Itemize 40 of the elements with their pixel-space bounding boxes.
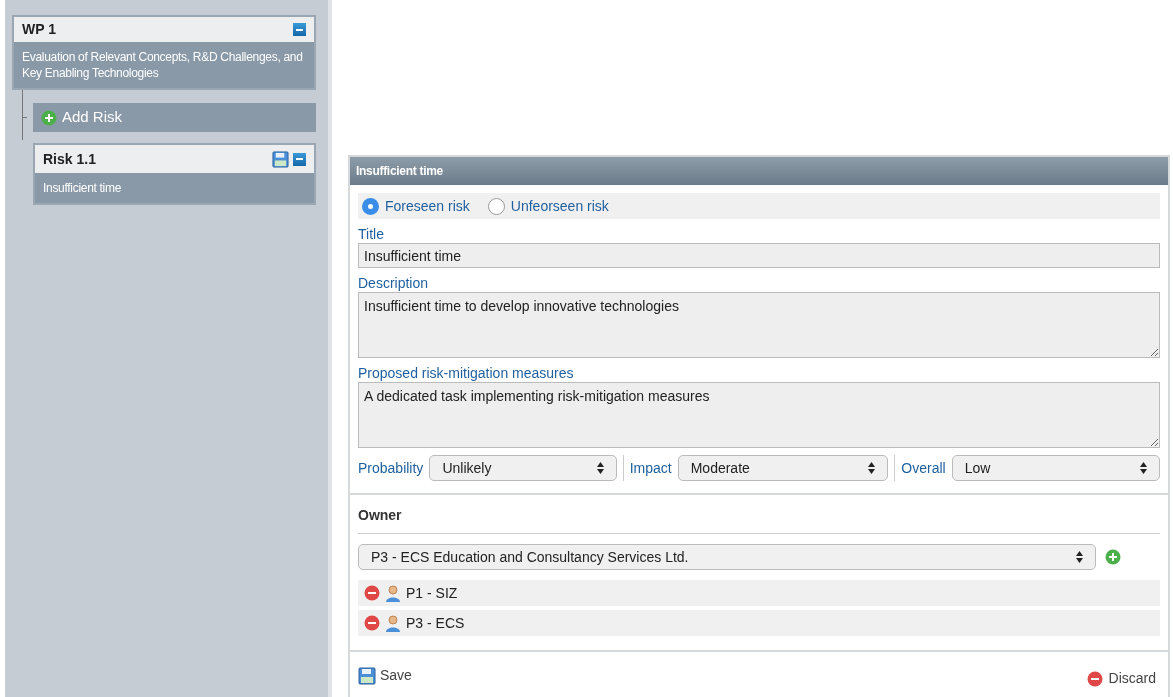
owner-name: P1 - SIZ <box>406 583 458 603</box>
person-icon <box>385 614 401 632</box>
add-owner-icon[interactable] <box>1105 549 1121 565</box>
rating-select[interactable]: Unlikely <box>429 455 617 481</box>
owner-name: P3 - ECS <box>406 613 465 633</box>
select-arrows-icon <box>868 462 876 474</box>
work-package-description: Evaluation of Relevant Concepts, R&D Challenges, and Key Enabling Technologies <box>21 49 304 82</box>
rating-label: Probability <box>358 458 424 478</box>
select-arrows-icon <box>596 462 604 474</box>
owner-select[interactable]: P3 - ECS Education and Consultancy Services Ltd. <box>358 544 1096 570</box>
plus-icon[interactable] <box>41 109 57 126</box>
risk-type-radio[interactable]: Unfeorseen risk <box>487 195 609 217</box>
risk-title: Risk 1.1 <box>43 149 96 169</box>
owner-heading: Owner <box>358 505 1160 534</box>
work-package-title: WP 1 <box>22 20 56 39</box>
rating-select[interactable]: Moderate <box>677 455 889 481</box>
text-area-field[interactable]: A dedicated task implementing risk-mitigation measures <box>358 382 1160 448</box>
remove-icon[interactable] <box>364 585 380 601</box>
remove-icon[interactable] <box>1086 670 1103 687</box>
rating-label: Overall <box>901 458 946 478</box>
rating-label: Impact <box>629 458 672 478</box>
risk-type-radio[interactable]: Foreseen risk <box>362 195 470 217</box>
person-icon <box>385 584 401 602</box>
select-arrows-icon <box>1140 462 1147 474</box>
discard-button[interactable]: Discard <box>1086 668 1156 689</box>
title-field[interactable]: Insufficient time <box>358 243 1160 268</box>
text-area-field[interactable]: Insufficient time to develop innovative technologies <box>358 292 1160 358</box>
field-label: Proposed risk-mitigation measures <box>358 365 575 381</box>
remove-icon[interactable] <box>364 615 380 631</box>
risk-subtitle: Insufficient time <box>42 180 123 197</box>
save-icon[interactable] <box>272 150 289 168</box>
field-label: Description <box>358 275 430 291</box>
save-icon[interactable] <box>358 666 376 685</box>
save-button[interactable]: Save <box>358 665 412 686</box>
rating-select[interactable]: Low <box>951 455 1160 481</box>
select-arrows-icon <box>1076 551 1083 563</box>
panel-header: Insufficient time <box>350 157 1168 185</box>
field-label: Title <box>358 226 385 242</box>
collapse-icon[interactable] <box>293 23 306 36</box>
collapse-icon[interactable] <box>293 152 306 166</box>
